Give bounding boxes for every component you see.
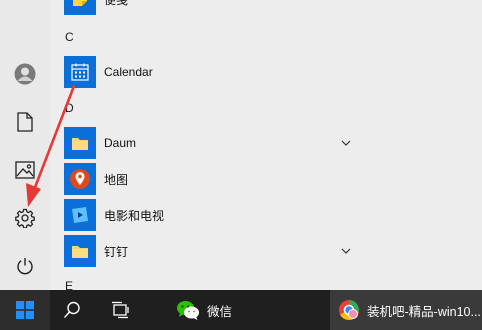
start-rail: [0, 0, 50, 290]
calendar-icon: [64, 56, 96, 88]
folder-icon: [64, 127, 96, 159]
documents-button[interactable]: [0, 100, 50, 144]
taskbar-browser-label: 装机吧-精品-win10...: [367, 304, 481, 319]
chevron-down-icon[interactable]: [340, 245, 352, 257]
start-button[interactable]: [0, 290, 50, 330]
app-movies-tv[interactable]: 电影和电视: [64, 198, 304, 232]
search-button[interactable]: [50, 290, 94, 330]
app-calendar[interactable]: Calendar: [64, 55, 304, 89]
app-dingtalk-folder[interactable]: 钉钉: [64, 234, 304, 268]
power-icon: [17, 258, 33, 275]
wechat-icon: [177, 301, 199, 320]
pictures-icon: [15, 161, 35, 179]
app-label: Daum: [104, 136, 137, 150]
task-view-button[interactable]: [98, 290, 142, 330]
app-sticky-notes[interactable]: 便笺: [64, 0, 304, 16]
windows-logo-icon: [16, 301, 34, 319]
app-label: 便笺: [104, 0, 128, 8]
power-button[interactable]: [0, 244, 50, 288]
app-list: 便笺 C Calendar D Daum: [50, 0, 482, 293]
app-daum-folder[interactable]: Daum: [64, 126, 304, 160]
sticky-notes-icon: [64, 0, 96, 15]
chevron-down-icon[interactable]: [340, 137, 352, 149]
gear-icon: [15, 208, 35, 228]
settings-button[interactable]: [0, 196, 50, 240]
taskbar-wechat[interactable]: 微信: [165, 290, 336, 330]
maps-icon: [64, 163, 96, 195]
browser-icon: [339, 300, 359, 320]
user-account-button[interactable]: [0, 52, 50, 96]
app-label: 地图: [104, 172, 129, 187]
search-icon: [63, 301, 80, 319]
app-label: 电影和电视: [104, 208, 165, 223]
pictures-button[interactable]: [0, 148, 50, 192]
taskbar: 微信 装机吧-精品-win10...: [0, 290, 482, 330]
taskbar-browser[interactable]: 装机吧-精品-win10...: [330, 290, 482, 330]
section-header-c[interactable]: C: [65, 30, 74, 44]
app-label: Calendar: [104, 65, 153, 79]
document-icon: [17, 112, 33, 132]
app-label: 钉钉: [104, 244, 129, 259]
movies-tv-icon: [64, 199, 96, 231]
taskbar-wechat-label: 微信: [207, 304, 233, 319]
task-view-icon: [112, 301, 129, 319]
folder-icon: [64, 235, 96, 267]
section-header-d[interactable]: D: [65, 101, 74, 115]
app-maps[interactable]: 地图: [64, 162, 304, 196]
user-avatar-icon: [14, 63, 36, 85]
